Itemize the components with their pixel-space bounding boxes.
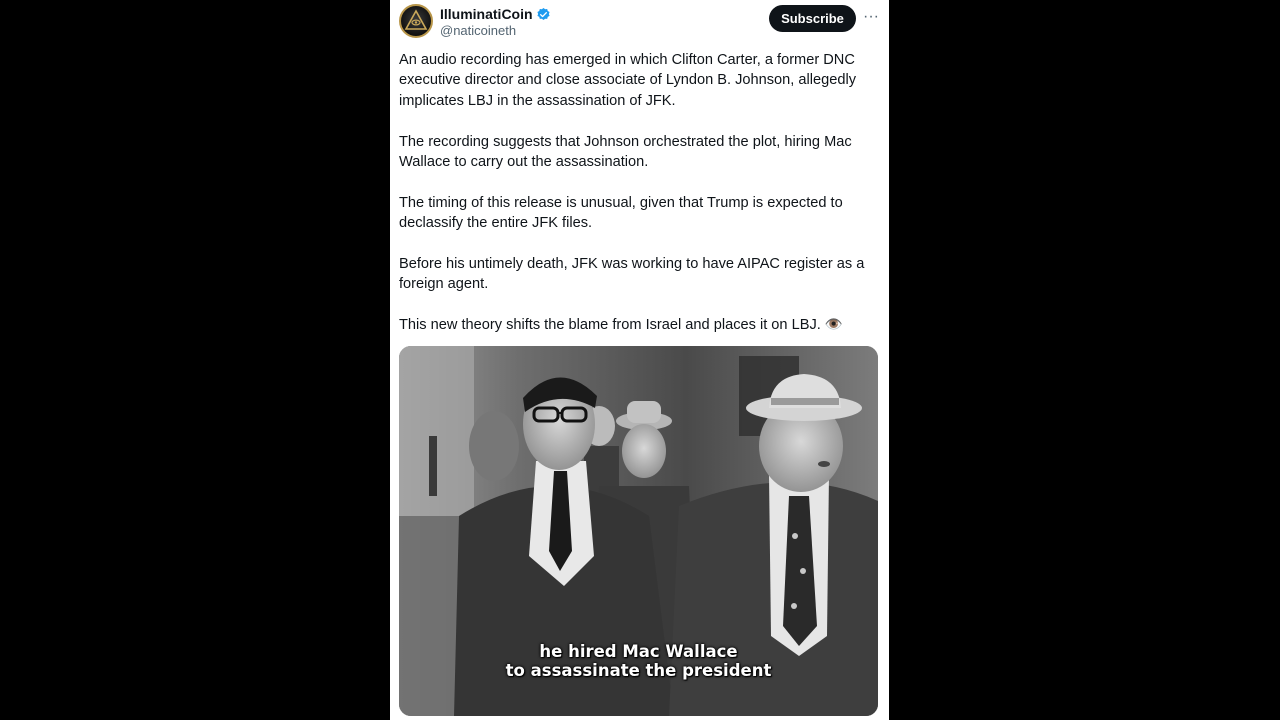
- post-text: An audio recording has emerged in which …: [399, 50, 874, 356]
- post-paragraph: The recording suggests that Johnson orch…: [399, 133, 852, 171]
- video-frame: IlluminatiCoin @naticoineth Subscribe ··…: [0, 0, 1280, 720]
- subscribe-button[interactable]: Subscribe: [769, 5, 856, 32]
- eye-pyramid-logo-icon: [404, 9, 428, 30]
- more-horizontal-icon[interactable]: ···: [861, 7, 881, 29]
- author-name-row[interactable]: IlluminatiCoin: [440, 5, 551, 23]
- post-paragraph: The timing of this release is unusual, g…: [399, 194, 843, 232]
- author-handle[interactable]: @naticoineth: [440, 23, 516, 39]
- video-caption-line-2: to assassinate the president: [505, 661, 772, 680]
- verified-badge-icon: [537, 7, 550, 20]
- author-avatar[interactable]: [399, 4, 433, 38]
- post-paragraph: Before his untimely death, JFK was worki…: [399, 256, 865, 293]
- video-caption-line-1: he hired Mac Wallace: [539, 642, 738, 661]
- post-header: IlluminatiCoin @naticoineth Subscribe ··…: [390, 0, 889, 44]
- post-card[interactable]: IlluminatiCoin @naticoineth Subscribe ··…: [390, 0, 889, 720]
- post-video[interactable]: he hired Mac Wallace to assassinate the …: [399, 346, 878, 716]
- post-paragraph: This new theory shifts the blame from Is…: [399, 317, 844, 334]
- post-paragraph: An audio recording has emerged in which …: [399, 52, 857, 109]
- author-display-name[interactable]: IlluminatiCoin: [440, 5, 533, 23]
